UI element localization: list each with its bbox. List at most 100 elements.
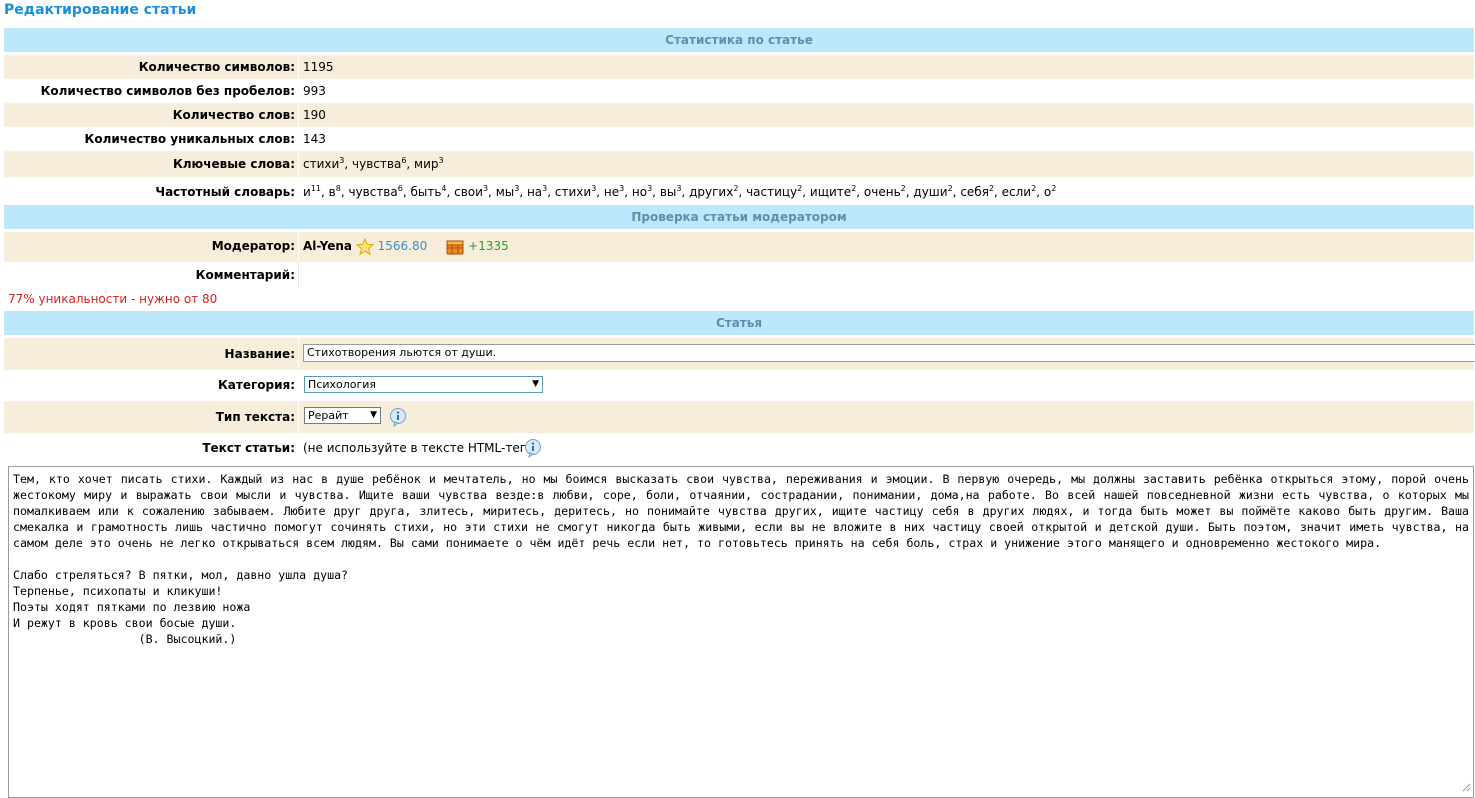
comment-row: Комментарий: (4, 262, 1474, 288)
word-entry: на3 (526, 184, 548, 200)
stat-row-keywords: Ключевые слова: стихи3, чувства6, мир3 (4, 151, 1474, 177)
chevron-down-icon: ▼ (532, 379, 539, 389)
word-count: 2 (900, 184, 906, 193)
word-entry: очень2 (863, 184, 906, 200)
word-entry: мы3 (495, 184, 520, 200)
word-count: 3 (482, 184, 489, 193)
article-title-row: Название: Стихотворения льются от души. (4, 338, 1475, 370)
comment-label: Комментарий: (195, 268, 295, 282)
word-text: чувства (348, 185, 398, 199)
star-icon (355, 237, 374, 255)
word-count: 2 (851, 184, 857, 193)
word-entry: о2 (1044, 184, 1057, 200)
word-text: частицу (746, 185, 798, 199)
word-count: 6 (401, 156, 407, 165)
moderator-info: Al-Yena 1566.80 +1335 (303, 232, 509, 260)
word-text: ищите (809, 185, 852, 199)
stats-section-header: Статистика по статье (4, 28, 1474, 52)
frequency-list: и11, в8, чувства6, быть4, свои3, мы3, на… (303, 184, 1057, 200)
word-count: 2 (1031, 184, 1037, 193)
word-entry: свои3 (454, 184, 489, 200)
word-text: стихи (554, 185, 592, 199)
moderator-bonus: +1335 (468, 239, 509, 253)
word-entry: быть4 (410, 184, 447, 200)
category-label: Категория: (217, 378, 295, 392)
word-count: 3 (619, 184, 625, 193)
word-count: 8 (335, 184, 341, 193)
stat-label: Частотный словарь: (155, 185, 295, 199)
text-hint: (не используйте в тексте HTML-теги) (303, 441, 539, 455)
stat-label: Ключевые слова: (172, 157, 295, 171)
word-entry: мир3 (414, 156, 444, 172)
stat-label: Количество символов без пробелов: (40, 84, 295, 98)
word-text: не (603, 185, 620, 199)
moderator-rating: 1566.80 (377, 239, 428, 253)
word-text: мир (414, 157, 439, 171)
word-entry: чувства6 (348, 185, 402, 200)
stat-label: Количество слов: (172, 108, 295, 122)
resize-grip-icon[interactable] (1461, 782, 1471, 792)
word-count: 3 (542, 184, 548, 193)
chevron-down-icon: ▼ (370, 410, 377, 420)
word-text: себя (960, 185, 989, 199)
text-type-row: Тип текста: Рерайт ▼ (4, 401, 1474, 433)
word-count: 3 (676, 184, 682, 193)
text-type-select[interactable]: Рерайт ▼ (304, 407, 381, 424)
word-text: других (689, 185, 734, 199)
text-label: Текст статьи: (202, 441, 295, 455)
word-text: души (913, 185, 948, 199)
keywords-list: стихи3, чувства6, мир3 (303, 156, 444, 172)
moderation-section-header: Проверка статьи модератором (4, 205, 1474, 229)
word-text: вы (659, 185, 677, 199)
word-text: мы (495, 185, 515, 199)
stat-row-words: Количество слов: 190 (4, 103, 1474, 127)
stat-value: 1195 (303, 60, 334, 74)
article-text-area[interactable]: Тем, кто хочет писать стихи. Каждый из н… (8, 466, 1474, 798)
title-input[interactable]: Стихотворения льются от души. (303, 344, 1475, 362)
word-entry: других2 (689, 185, 738, 200)
word-count: 3 (339, 156, 345, 165)
uniqueness-notice: 77% уникальности - нужно от 80 (8, 292, 218, 306)
word-text: очень (863, 185, 901, 199)
moderator-row: Модератор: Al-Yena 1566.80 +1335 (4, 232, 1474, 262)
word-count: 11 (310, 184, 321, 193)
word-count: 4 (441, 184, 447, 193)
chest-icon (446, 240, 464, 255)
word-count: 3 (514, 184, 520, 193)
info-icon[interactable] (388, 407, 408, 427)
article-section-header: Статья (4, 311, 1474, 335)
word-entry: стихи3 (303, 156, 345, 172)
stat-label: Количество уникальных слов: (84, 132, 295, 146)
word-count: 2 (797, 184, 803, 193)
info-icon[interactable] (523, 438, 543, 458)
word-entry: частицу2 (746, 184, 803, 200)
category-row: Категория: Психология ▼ (4, 370, 1474, 401)
category-select[interactable]: Психология ▼ (304, 376, 543, 393)
stat-row-frequency: Частотный словарь: и11, в8, чувства6, бы… (4, 177, 1474, 205)
word-text: на (526, 185, 543, 199)
word-count: 3 (647, 184, 653, 193)
text-type-selected: Рерайт (308, 409, 349, 422)
title-label: Название: (224, 347, 295, 361)
stat-value: 993 (303, 84, 326, 98)
stat-value: 143 (303, 132, 326, 146)
word-entry: в8 (328, 184, 341, 200)
word-text: и (303, 185, 311, 199)
category-selected: Психология (308, 378, 377, 391)
word-count: 3 (591, 184, 597, 193)
word-count: 3 (438, 156, 444, 165)
page-title: Редактирование статьи (4, 2, 197, 18)
word-entry: если2 (1002, 184, 1037, 200)
article-text-row: Текст статьи: (не используйте в тексте H… (4, 433, 1474, 464)
text-type-label: Тип текста: (215, 410, 295, 424)
moderator-label: Модератор: (211, 239, 295, 253)
word-entry: но3 (632, 184, 653, 200)
word-text: в (328, 185, 336, 199)
word-entry: не3 (603, 184, 625, 200)
word-entry: вы3 (659, 184, 682, 200)
word-count: 2 (1051, 184, 1057, 193)
word-text: чувства (352, 157, 402, 171)
word-count: 2 (988, 184, 995, 193)
stat-value: 190 (303, 108, 326, 122)
moderator-name[interactable]: Al-Yena (303, 239, 352, 253)
